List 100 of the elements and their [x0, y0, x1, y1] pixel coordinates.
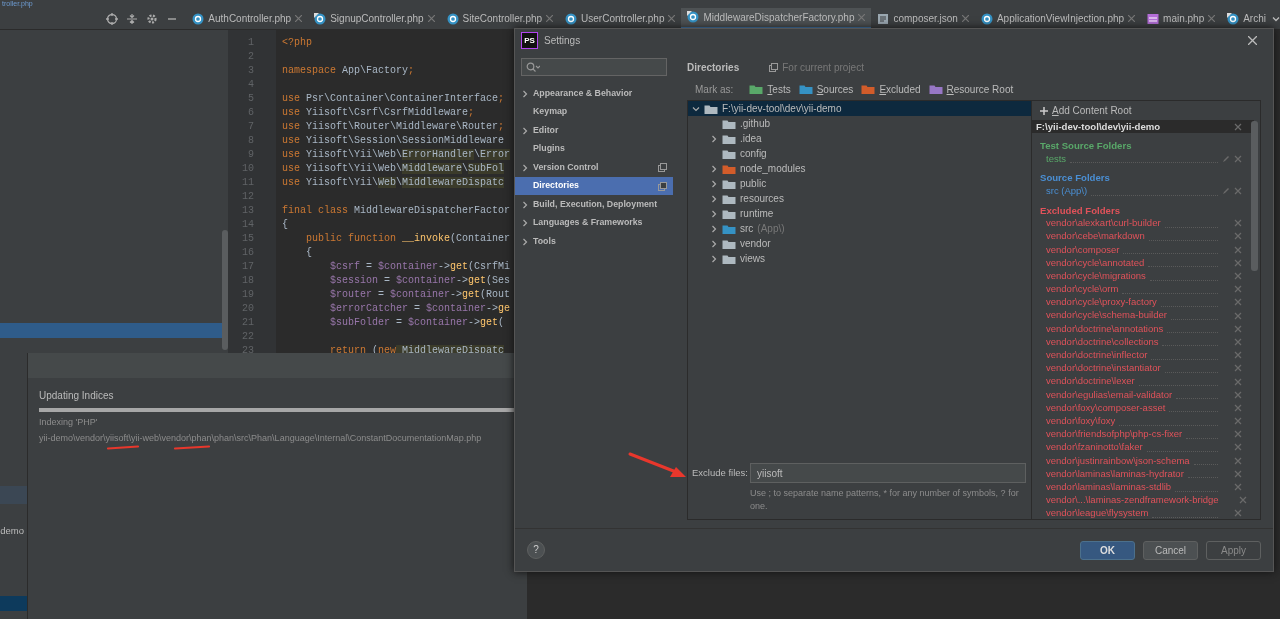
remove-icon[interactable] [1234, 443, 1242, 452]
settings-icon[interactable] [146, 12, 159, 25]
pencil-icon[interactable] [1222, 187, 1230, 196]
remove-icon[interactable] [1234, 298, 1242, 307]
close-icon[interactable] [961, 15, 969, 22]
dialog-title: Updating Indices [39, 389, 115, 403]
collapse-icon[interactable] [126, 12, 139, 25]
settings-nav-item[interactable]: Appearance & Behavior [515, 84, 673, 103]
tree-item[interactable]: vendor [688, 236, 1031, 252]
remove-icon[interactable] [1234, 122, 1242, 131]
remove-icon[interactable] [1234, 483, 1242, 491]
exclude-files-field[interactable]: yiisoft [750, 463, 1026, 484]
close-icon[interactable] [1248, 36, 1257, 46]
settings-nav-item[interactable]: Build, Execution, Deployment [515, 195, 673, 214]
window-title: Settings [544, 34, 581, 49]
remove-icon[interactable] [1234, 403, 1242, 412]
scrollbar-thumb[interactable] [222, 230, 228, 350]
tree-item[interactable]: public [688, 176, 1031, 192]
chevron-right-icon[interactable] [710, 134, 718, 143]
help-button[interactable]: ? [527, 541, 545, 560]
folder-icon [722, 163, 736, 174]
dialog-button[interactable]: Cancel [1143, 540, 1198, 560]
file-tab[interactable]: SignupController.php [308, 7, 441, 30]
chevron-right-icon[interactable] [521, 126, 529, 135]
remove-icon[interactable] [1234, 272, 1242, 280]
file-tab[interactable]: SiteController.php [440, 7, 560, 30]
mark-as-button[interactable]: Tests [749, 81, 791, 97]
tree-item[interactable]: resources [688, 191, 1031, 207]
search-field[interactable] [521, 58, 667, 77]
settings-nav-item[interactable]: Directories [515, 176, 673, 196]
file-tab[interactable]: MiddlewareDispatcherFactory.php [681, 7, 872, 30]
chevron-right-icon[interactable] [521, 89, 529, 98]
remove-icon[interactable] [1234, 390, 1242, 399]
locate-icon[interactable] [106, 12, 119, 25]
remove-icon[interactable] [1234, 364, 1242, 373]
settings-nav-item[interactable]: Languages & Frameworks [515, 213, 673, 233]
class-file-icon [1227, 12, 1240, 25]
remove-icon[interactable] [1234, 324, 1242, 333]
remove-icon[interactable] [1234, 232, 1242, 241]
remove-icon[interactable] [1234, 469, 1242, 478]
chevron-down-icon[interactable] [692, 104, 700, 113]
pencil-icon[interactable] [1222, 154, 1230, 163]
class-file-icon [565, 12, 578, 25]
close-icon[interactable] [295, 15, 303, 22]
scrollbar-thumb[interactable] [1251, 121, 1258, 272]
tree-item[interactable]: views [688, 251, 1031, 267]
class-file-icon [446, 12, 459, 25]
tree-item[interactable]: .github [688, 116, 1031, 132]
settings-nav-item[interactable]: Keymap [515, 102, 673, 122]
tree-item-label[interactable]: demo [0, 524, 24, 539]
file-tab[interactable]: UserController.php [559, 7, 682, 30]
remove-icon[interactable] [1234, 456, 1242, 465]
close-icon[interactable] [1208, 15, 1216, 22]
folder-icon [722, 223, 736, 234]
chevron-down-icon[interactable] [1272, 14, 1280, 23]
remove-icon[interactable] [1234, 154, 1242, 163]
remove-icon[interactable] [1234, 245, 1242, 254]
file-tab[interactable]: main.php [1141, 7, 1222, 30]
remove-icon[interactable] [1234, 509, 1242, 518]
remove-icon[interactable] [1238, 496, 1247, 505]
remove-icon[interactable] [1234, 377, 1242, 386]
file-path: yii-demo\vendor\yiisoft\yii-web\vendor\phan\phan\src\Phan\Language\Internal\ConstantDocumentationMap.php [39, 433, 483, 444]
tree-item[interactable]: src (App\) [688, 221, 1031, 237]
file-tab[interactable]: AuthController.php [186, 7, 309, 30]
remove-icon[interactable] [1234, 258, 1242, 267]
settings-nav-item[interactable]: Tools [515, 232, 673, 251]
remove-icon[interactable] [1234, 311, 1242, 320]
remove-icon[interactable] [1234, 337, 1242, 346]
close-icon[interactable] [668, 15, 676, 22]
mark-as-button[interactable]: Resource Root [928, 81, 1014, 97]
search-icon [526, 62, 540, 73]
tree-item[interactable]: node_modules [688, 161, 1031, 177]
settings-nav-item[interactable]: Plugins [515, 139, 673, 159]
code-line: public function __invoke(Container [305, 232, 512, 246]
file-tab[interactable]: ApplicationViewInjection.php [974, 7, 1142, 30]
tree-item[interactable]: runtime [688, 206, 1031, 222]
mark-as-button[interactable]: Sources [798, 81, 854, 97]
settings-nav-item[interactable]: Editor [515, 121, 673, 140]
tree-item[interactable]: F:\yii-dev-tool\dev\yii-demo [688, 101, 1031, 117]
close-icon[interactable] [546, 15, 554, 22]
chevron-right-icon[interactable] [521, 200, 529, 209]
chevron-right-icon[interactable] [521, 163, 529, 172]
file-tab[interactable]: composer.json [871, 7, 975, 30]
settings-nav-item[interactable]: Version Control [515, 158, 673, 177]
tree-item[interactable]: .idea [688, 131, 1031, 147]
mark-as-button[interactable]: Excluded [861, 81, 921, 97]
code-line: $subFolder = $container->get( [329, 316, 506, 330]
close-icon[interactable] [1128, 15, 1136, 22]
folder-path: vendor\cycle\migrations [1046, 268, 1146, 283]
remove-icon[interactable] [1234, 219, 1242, 228]
dialog-button[interactable]: OK [1080, 540, 1135, 560]
remove-icon[interactable] [1234, 285, 1242, 294]
remove-icon[interactable] [1234, 187, 1242, 196]
remove-icon[interactable] [1234, 430, 1242, 439]
add-content-root-button[interactable]: Add Content Root [1032, 101, 1254, 121]
file-tab[interactable]: Archi [1221, 7, 1272, 30]
remove-icon[interactable] [1234, 351, 1242, 360]
tree-item[interactable]: config [688, 146, 1031, 162]
close-icon[interactable] [427, 15, 435, 22]
remove-icon[interactable] [1234, 417, 1242, 426]
